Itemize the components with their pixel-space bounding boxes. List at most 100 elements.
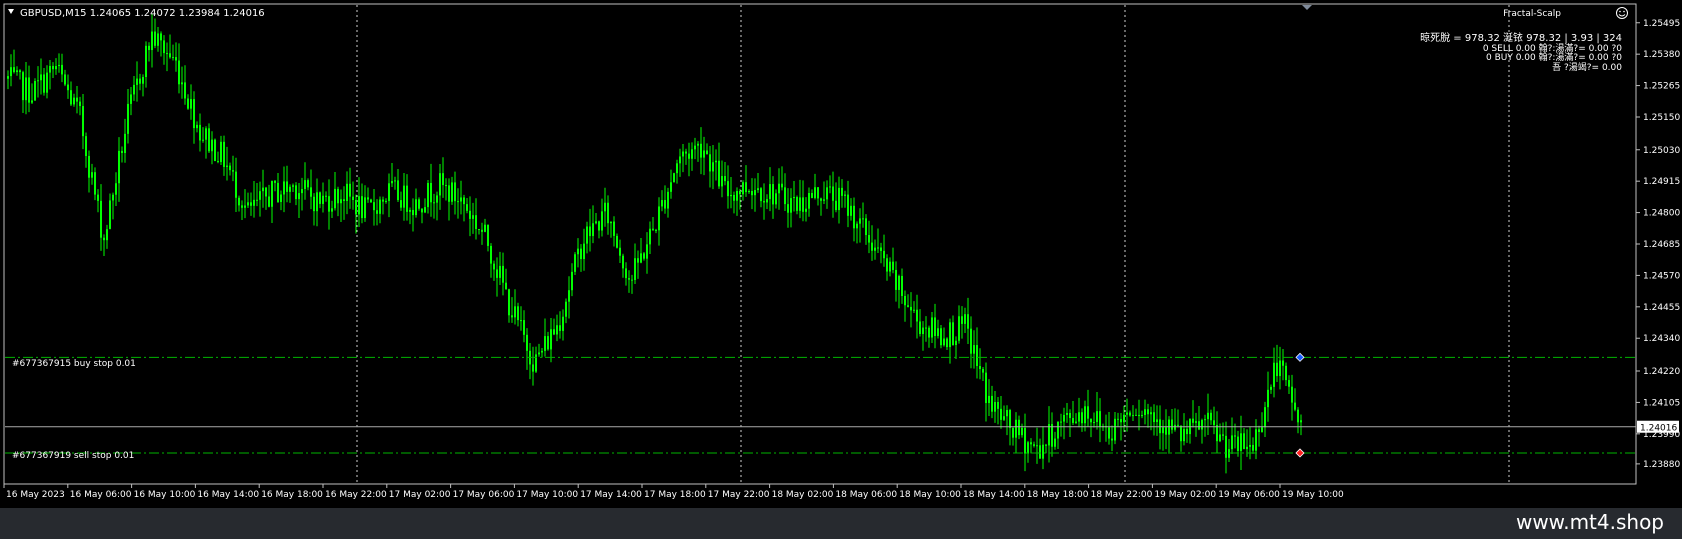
candle-body (1279, 360, 1281, 377)
chart-menu-arrow-icon[interactable] (8, 9, 14, 14)
candle-body (796, 196, 798, 211)
candle-body (46, 72, 48, 93)
candle-body (286, 181, 288, 192)
candle-body (502, 265, 504, 283)
candle-body (748, 191, 750, 193)
candle-body (865, 218, 867, 236)
candle-body (208, 128, 210, 152)
candle-body (1138, 414, 1140, 417)
candle-body (382, 199, 384, 202)
candle-body (394, 180, 396, 182)
candle-body (1081, 412, 1083, 424)
candle-body (610, 221, 612, 224)
candle-body (391, 180, 393, 184)
smiley-icon[interactable] (1616, 7, 1628, 19)
time-axis[interactable]: 16 May 2023 16 May 06:00 16 May 10:00 16 Ma… (3, 484, 1344, 500)
candle-body (400, 200, 402, 208)
candle-body (169, 53, 171, 58)
candle-body (1261, 427, 1263, 432)
candle-body (1030, 442, 1032, 445)
candle-body (832, 186, 834, 201)
candle-body (751, 191, 753, 196)
sell-stop-order-label[interactable]: #677367919 sell stop 0.01 (12, 451, 134, 461)
candle-body (1063, 414, 1065, 422)
candle-body (241, 205, 243, 208)
candle-body (424, 207, 426, 213)
candle-body (199, 124, 201, 141)
candle-body (769, 184, 771, 200)
candle-body (82, 106, 84, 137)
candle-body (1018, 419, 1020, 436)
candle-body (160, 33, 162, 41)
candle-body (718, 160, 720, 187)
candle-body (361, 196, 363, 219)
candle-body (505, 282, 507, 290)
candle-body (367, 197, 369, 200)
candle-body (628, 278, 630, 280)
candle-body (49, 65, 51, 73)
candle-body (928, 327, 930, 338)
candle-body (478, 229, 480, 231)
candle-body (997, 401, 999, 409)
candle-body (91, 172, 93, 178)
candle-body (688, 153, 690, 159)
candle-body (73, 97, 75, 105)
candle-body (343, 199, 345, 201)
candle-body (1042, 444, 1044, 459)
candle-body (532, 364, 534, 372)
candle-body (124, 133, 126, 154)
candle-body (571, 271, 573, 291)
buy-stop-order-label[interactable]: #677367915 buy stop 0.01 (12, 359, 136, 369)
candle-body (301, 189, 303, 194)
candle-body (115, 183, 117, 195)
candle-body (64, 74, 66, 85)
buy-order-marker-icon[interactable] (1295, 352, 1305, 362)
candle-body (481, 229, 483, 232)
candle-body (586, 226, 588, 244)
candle-body (37, 80, 39, 82)
candle-body (1153, 412, 1155, 423)
candle-body (574, 254, 576, 272)
candle-body (253, 199, 255, 206)
candle-body (385, 200, 387, 202)
candle-body (412, 209, 414, 216)
candle-body (121, 150, 123, 154)
candle-body (274, 180, 276, 183)
candle-body (217, 161, 219, 163)
candle-body (787, 204, 789, 213)
candle-body (961, 316, 963, 324)
candle-body (715, 160, 717, 163)
candle-body (445, 185, 447, 187)
candle-body (976, 345, 978, 366)
chart-shift-marker-icon[interactable] (1302, 5, 1312, 10)
sell-order-marker-icon[interactable] (1295, 448, 1305, 458)
candle-body (598, 221, 600, 231)
candle-body (655, 229, 657, 231)
indicator-name[interactable]: Fractal-Scalp (1503, 9, 1561, 19)
candle-body (151, 31, 153, 51)
pending-orders[interactable] (5, 352, 1636, 458)
candle-body (265, 187, 267, 197)
candle-body (1114, 418, 1116, 441)
candle-body (109, 200, 111, 230)
candle-body (1183, 428, 1185, 442)
price-tick-label: 1.24340 (1643, 334, 1680, 344)
price-chart[interactable]: 1.24016 1.25495 1.25380 1.25265 1.25150 1.25… (0, 0, 1682, 508)
candle-body (580, 248, 582, 260)
price-tick-label: 1.25380 (1643, 50, 1680, 60)
time-tick-label: 17 May 06:00 (453, 490, 515, 500)
candle-body (634, 258, 636, 280)
candle-body (1066, 412, 1068, 415)
candle-body (841, 187, 843, 196)
candle-body (259, 191, 261, 200)
candle-body (835, 200, 837, 211)
candle-body (970, 328, 972, 354)
candle-body (247, 202, 249, 206)
candle-body (472, 215, 474, 219)
candle-body (163, 40, 165, 54)
price-axis[interactable]: 1.25495 1.25380 1.25265 1.25150 1.25030 1.249… (1636, 19, 1680, 470)
chart-canvas[interactable]: 1.24016 1.254951.253801.252651.251501.25… (0, 0, 1682, 508)
candle-body (967, 314, 969, 329)
candle-body (559, 325, 561, 331)
candle-body (1207, 412, 1209, 420)
